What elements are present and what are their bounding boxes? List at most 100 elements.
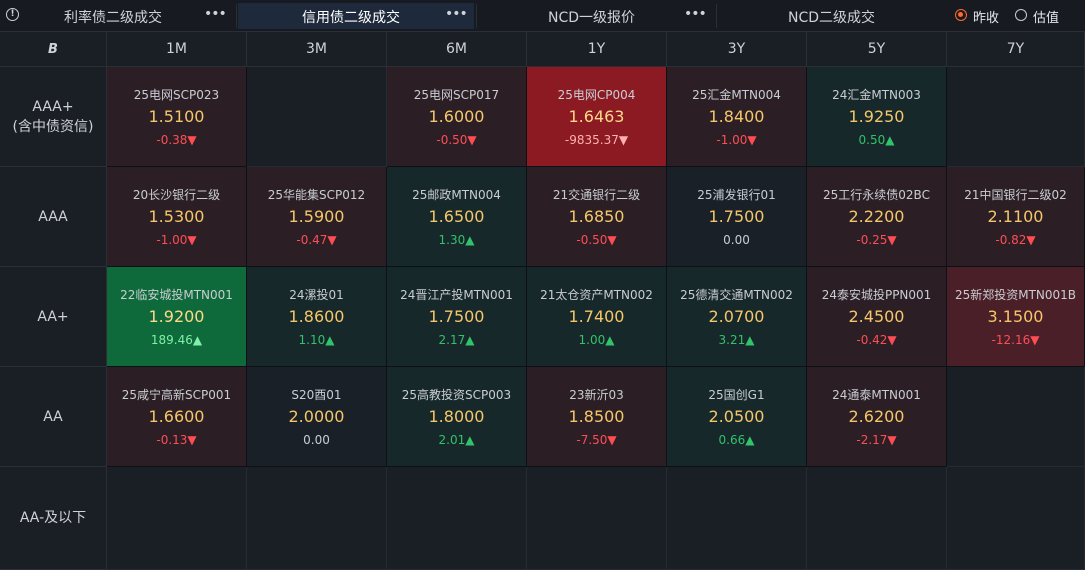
bond-yield: 2.4500 [848,307,905,326]
bond-yield: 2.2200 [848,207,905,226]
bond-yield: 1.6600 [148,407,205,426]
bond-name: 20长沙银行二级 [132,188,221,202]
bond-name: 25电网CP004 [557,88,636,102]
column-header-1y[interactable]: 1Y [527,32,667,67]
tab-divider [236,4,237,28]
bond-name: 24通泰MTN001 [832,388,921,402]
row-label: AAA [0,167,107,267]
bond-change: 0.00 [303,433,330,447]
bond-yield: 1.6463 [568,107,625,126]
column-header-1m[interactable]: 1M [107,32,247,67]
bond-name: 25国创G1 [708,388,765,402]
bond-cell[interactable]: 21交通银行二级 1.6850 -0.50▼ [527,167,667,267]
bond-cell[interactable]: 25工行永续债02BC 2.2200 -0.25▼ [807,167,947,267]
bond-yield: 1.6000 [428,107,485,126]
bond-cell[interactable]: 21太仓资产MTN002 1.7400 1.00▲ [527,267,667,367]
empty-cell [667,467,807,570]
tab-credit-bond-secondary[interactable]: 信用债二级成交 ••• [238,3,474,29]
tab-ncd-secondary[interactable]: NCD二级成交 [718,3,948,29]
bond-cell[interactable]: 25高教投资SCP003 1.8000 2.01▲ [387,367,527,467]
bond-yield: 2.0700 [708,307,765,326]
bond-name: 25工行永续债02BC [823,188,930,202]
bond-name: 22临安城投MTN001 [120,288,233,302]
bond-change: 0.00 [723,233,750,247]
bond-change: 2.17▲ [438,333,475,347]
bond-yield: 1.8600 [288,307,345,326]
row-label-text: AA+ [37,308,69,325]
bond-name: 25电网SCP017 [413,88,500,102]
bond-yield: 1.8400 [708,107,765,126]
column-header-3m[interactable]: 3M [247,32,387,67]
brand-logo-icon[interactable]: B [48,42,58,57]
bond-cell[interactable]: 25咸宁高新SCP001 1.6600 -0.13▼ [107,367,247,467]
bond-cell[interactable]: 25邮政MTN004 1.6500 1.30▲ [387,167,527,267]
bond-cell[interactable]: 25德清交通MTN002 2.0700 3.21▲ [667,267,807,367]
bond-cell[interactable]: 25新郑投资MTN001B 3.1500 -12.16▼ [947,267,1085,367]
column-header-6m[interactable]: 6M [387,32,527,67]
more-icon[interactable]: ••• [684,6,707,22]
bond-change: 0.66▲ [718,433,755,447]
info-icon[interactable]: ! [6,8,19,21]
bond-cell[interactable]: 20长沙银行二级 1.5300 -1.00▼ [107,167,247,267]
bond-yield: 1.5300 [148,207,205,226]
bond-cell[interactable]: 23新沂03 1.8500 -7.50▼ [527,367,667,467]
row-label-text: AAA [38,208,68,225]
empty-cell [947,467,1085,570]
bond-yield: 1.6850 [568,207,625,226]
row-label: AA+ [0,267,107,367]
bond-yield: 2.0000 [288,407,345,426]
row-label: AAA+ (含中债资信) [0,67,107,167]
bond-change: -1.00▼ [716,133,757,147]
bond-cell[interactable]: 24汇金MTN003 1.9250 0.50▲ [807,67,947,167]
tab-rate-bond-secondary[interactable]: 利率债二级成交 ••• [26,3,232,29]
bond-yield: 2.1100 [987,207,1044,226]
rating-tenor-grid: B 1M 3M 6M 1Y 3Y 5Y 7Y AAA+ (含中债资信) 25电网SCP023 1.5… [0,32,1085,570]
bond-cell[interactable]: 24晋江产投MTN001 1.7500 2.17▲ [387,267,527,367]
bond-name: 25咸宁高新SCP001 [121,388,232,402]
bond-cell[interactable]: S20酉01 2.0000 0.00 [247,367,387,467]
radio-valuation[interactable] [1015,9,1027,21]
row-label: AA [0,367,107,467]
bond-name: 25新郑投资MTN001B [954,288,1077,302]
bond-name: 24泰安城投PPN001 [821,288,932,302]
bond-cell[interactable]: 25电网CP004 1.6463 -9835.37▼ [527,67,667,167]
empty-cell [947,67,1085,167]
bond-name: 21太仓资产MTN002 [540,288,653,302]
column-header-7y[interactable]: 7Y [947,32,1085,67]
bond-change: -0.50▼ [436,133,477,147]
empty-cell [247,467,387,570]
bond-change: 189.46▲ [150,333,203,347]
bond-yield: 1.9250 [848,107,905,126]
bond-cell[interactable]: 25电网SCP017 1.6000 -0.50▼ [387,67,527,167]
bond-yield: 2.0500 [708,407,765,426]
bond-name: 25浦发银行01 [697,188,776,202]
bond-change: -0.42▼ [856,333,897,347]
bond-cell[interactable]: 22临安城投MTN001 1.9200 189.46▲ [107,267,247,367]
tab-ncd-primary-quote[interactable]: NCD一级报价 ••• [478,3,714,29]
bond-cell[interactable]: 25华能集SCP012 1.5900 -0.47▼ [247,167,387,267]
empty-cell [247,67,387,167]
bond-name: 24汇金MTN003 [832,88,921,102]
tab-label: NCD二级成交 [788,10,876,26]
bond-yield: 1.5900 [288,207,345,226]
radio-prev-close-label: 昨收 [973,11,1000,26]
bond-cell[interactable]: 25国创G1 2.0500 0.66▲ [667,367,807,467]
bond-yield: 1.9200 [148,307,205,326]
bond-cell[interactable]: 24泰安城投PPN001 2.4500 -0.42▼ [807,267,947,367]
more-icon[interactable]: ••• [445,6,468,22]
column-header-5y[interactable]: 5Y [807,32,947,67]
bond-change: -9835.37▼ [564,133,629,147]
more-icon[interactable]: ••• [204,6,227,22]
bond-name: 25德清交通MTN002 [680,288,793,302]
corner-cell: B [0,32,107,67]
bond-cell[interactable]: 25浦发银行01 1.7500 0.00 [667,167,807,267]
bond-cell[interactable]: 25电网SCP023 1.5100 -0.38▼ [107,67,247,167]
bond-name: 25汇金MTN004 [692,88,781,102]
empty-cell [387,467,527,570]
bond-cell[interactable]: 21中国银行二级02 2.1100 -0.82▼ [947,167,1085,267]
radio-prev-close[interactable] [955,9,967,21]
bond-cell[interactable]: 24通泰MTN001 2.6200 -2.17▼ [807,367,947,467]
bond-cell[interactable]: 25汇金MTN004 1.8400 -1.00▼ [667,67,807,167]
bond-cell[interactable]: 24漯投01 1.8600 1.10▲ [247,267,387,367]
column-header-3y[interactable]: 3Y [667,32,807,67]
